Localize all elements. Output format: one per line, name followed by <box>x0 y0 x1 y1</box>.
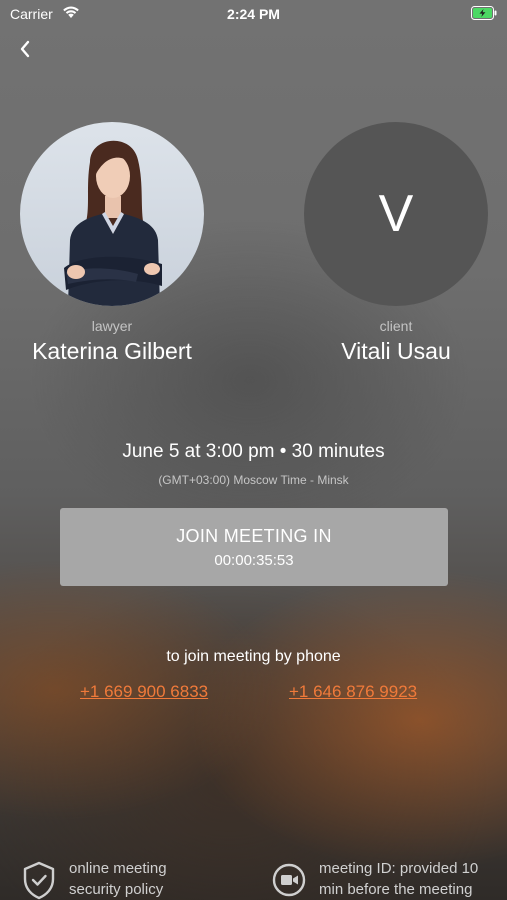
participant-client: V client Vitali Usau <box>304 122 488 365</box>
phone-caption: to join meeting by phone <box>166 648 341 665</box>
join-meeting-label: JOIN MEETING IN <box>176 525 332 546</box>
meeting-id-line-2: min before the meeting <box>319 881 473 898</box>
participant-lawyer: lawyer Katerina Gilbert <box>20 122 204 365</box>
battery-charging-icon <box>471 6 497 25</box>
video-camera-icon <box>272 860 306 900</box>
chevron-left-icon <box>19 40 31 63</box>
lawyer-name: Katerina Gilbert <box>32 338 192 364</box>
meeting-timezone: (GMT+03:00) Moscow Time - Minsk <box>158 473 349 487</box>
join-meeting-button[interactable]: JOIN MEETING IN 00:00:35:53 <box>60 508 448 586</box>
meeting-id-info: meeting ID: provided 10 min before the m… <box>272 858 478 900</box>
lawyer-role: lawyer <box>91 318 133 334</box>
status-bar: Carrier 2:24 PM <box>0 0 507 30</box>
meeting-schedule: June 5 at 3:00 pm • 30 minutes <box>122 441 385 462</box>
lawyer-avatar <box>20 122 204 306</box>
meeting-id-line-1: meeting ID: provided 10 <box>319 860 479 877</box>
phone-link-1[interactable]: +1 669 900 6833 <box>80 682 208 702</box>
client-role: client <box>379 318 413 334</box>
security-policy-link[interactable]: online meeting security policy <box>22 858 167 900</box>
security-line-1: online meeting <box>69 860 167 877</box>
client-name: Vitali Usau <box>341 338 451 364</box>
security-line-2: security policy <box>69 881 164 898</box>
shield-check-icon <box>22 860 56 900</box>
status-time: 2:24 PM <box>227 6 280 22</box>
join-countdown: 00:00:35:53 <box>214 551 294 569</box>
phone-link-2[interactable]: +1 646 876 9923 <box>289 682 417 702</box>
back-button[interactable] <box>12 38 38 64</box>
client-avatar: V <box>304 122 488 306</box>
